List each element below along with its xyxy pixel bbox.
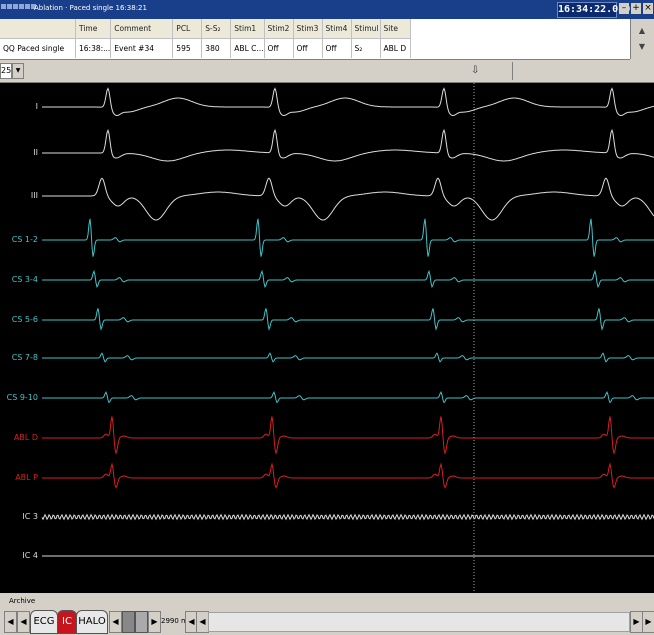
archive-bar: Archive <box>0 597 654 607</box>
signal-display[interactable]: I II III CS 1-2 CS 3-4 CS 5-6 CS 7-8 CS 9-10 ABL… <box>0 83 654 593</box>
tab-scroll-left-icon[interactable]: ◀ <box>109 611 122 633</box>
channel-label: II <box>33 148 38 157</box>
prev-page-icon[interactable]: ◀ <box>17 611 30 633</box>
event-info-table: Time Comment PCL S-S₂ Stim1 Stim2 Stim3 … <box>0 19 630 60</box>
header-cell: PCL <box>172 19 203 39</box>
speed-select[interactable]: 25 <box>0 63 12 79</box>
channel-label: ABL D <box>13 433 38 442</box>
channel-label: CS 5-6 <box>11 315 38 324</box>
table-cell: Off <box>293 38 323 58</box>
header-cell: Comment <box>110 19 174 39</box>
chevron-up-icon[interactable]: ▲ <box>636 25 648 37</box>
table-cell: 380 <box>201 38 232 58</box>
header-cell: Stim4 <box>322 19 352 39</box>
window-title: Ablation · Paced single 16:38:21 <box>34 4 147 12</box>
title-bar: Ablation · Paced single 16:38:21 16:34:2… <box>0 0 654 19</box>
trace-cs-9-10 <box>42 391 654 404</box>
table-cell: ABL D <box>380 38 411 58</box>
channel-label: CS 1-2 <box>11 235 38 244</box>
header-cell: Stim1 <box>230 19 265 39</box>
header-cell: Stimul <box>351 19 381 39</box>
channel-label: III <box>30 191 38 200</box>
table-cell: ABL C... <box>230 38 265 58</box>
clock-display: 16:34:22.080 <box>557 2 630 18</box>
chevron-down-icon[interactable]: ▼ <box>636 41 648 53</box>
trace-i <box>42 87 654 117</box>
header-cell: Stim3 <box>293 19 323 39</box>
header-cell: Stim2 <box>264 19 294 39</box>
table-header-row: Time Comment PCL S-S₂ Stim1 Stim2 Stim3 … <box>0 19 411 39</box>
time-scrollbar[interactable] <box>208 612 630 632</box>
channel-label: IC 3 <box>22 512 38 521</box>
display-toolbar: 25 ▼ ⇩ <box>0 60 654 83</box>
cursor-marker-icon[interactable]: ⇩ <box>471 65 479 76</box>
channel-label: CS 9-10 <box>6 393 38 402</box>
header-cell: S-S₂ <box>201 19 232 39</box>
minimize-button[interactable]: – <box>619 3 629 14</box>
table-cell: QQ Paced single <box>0 38 76 58</box>
table-cell: Off <box>322 38 352 58</box>
trace-abl-d <box>42 416 654 455</box>
trace-ic-3 <box>41 513 654 521</box>
trace-iii <box>42 177 654 221</box>
record-block[interactable] <box>135 611 148 633</box>
table-cell: Off <box>264 38 294 58</box>
info-scroll-control[interactable]: ▲ ▼ <box>630 19 654 59</box>
trace-cs-3-4 <box>42 269 654 289</box>
table-cell: S₂ <box>351 38 381 58</box>
header-cell <box>0 19 76 39</box>
trace-cs-1-2 <box>42 218 654 257</box>
toolbar-divider <box>512 62 513 80</box>
trace-abl-p <box>42 462 654 489</box>
table-row[interactable]: QQ Paced single 16:38:... Event #34 595 … <box>0 38 411 58</box>
channel-label: ABL P <box>15 473 38 482</box>
table-cell: 595 <box>172 38 203 58</box>
header-cell: Time <box>75 19 112 39</box>
signal-traces <box>41 83 654 593</box>
trace-ii <box>42 128 654 162</box>
tab-halo[interactable]: HALO <box>76 610 108 634</box>
record-block[interactable] <box>122 611 135 633</box>
close-button[interactable]: × <box>643 3 653 14</box>
table-cell: Event #34 <box>110 38 174 58</box>
archive-label: Archive <box>9 597 36 605</box>
window-toolbar-icons[interactable] <box>1 4 36 9</box>
tab-ic[interactable]: IC <box>57 610 77 634</box>
maximize-button[interactable]: + <box>631 3 641 14</box>
chevron-down-icon[interactable]: ▼ <box>12 63 24 79</box>
play-icon[interactable]: ▶ <box>148 611 161 633</box>
table-cell: 16:38:... <box>75 38 112 58</box>
trace-cs-5-6 <box>42 308 654 331</box>
tab-ecg[interactable]: ECG <box>30 610 58 634</box>
channel-label: I <box>35 102 38 111</box>
channel-label: IC 4 <box>22 551 38 560</box>
bottom-bar: ◀ ◀ ECG IC HALO ◀ ▶ 2990 ms ◀ ◀ ▶ ▶ <box>0 607 654 635</box>
channel-label: CS 7-8 <box>11 353 38 362</box>
header-cell: Site <box>380 19 411 39</box>
first-page-icon[interactable]: ◀ <box>4 611 17 633</box>
channel-label: CS 3-4 <box>11 275 38 284</box>
trace-cs-7-8 <box>42 352 654 363</box>
fast-forward-icon[interactable]: ▶ <box>642 611 654 633</box>
